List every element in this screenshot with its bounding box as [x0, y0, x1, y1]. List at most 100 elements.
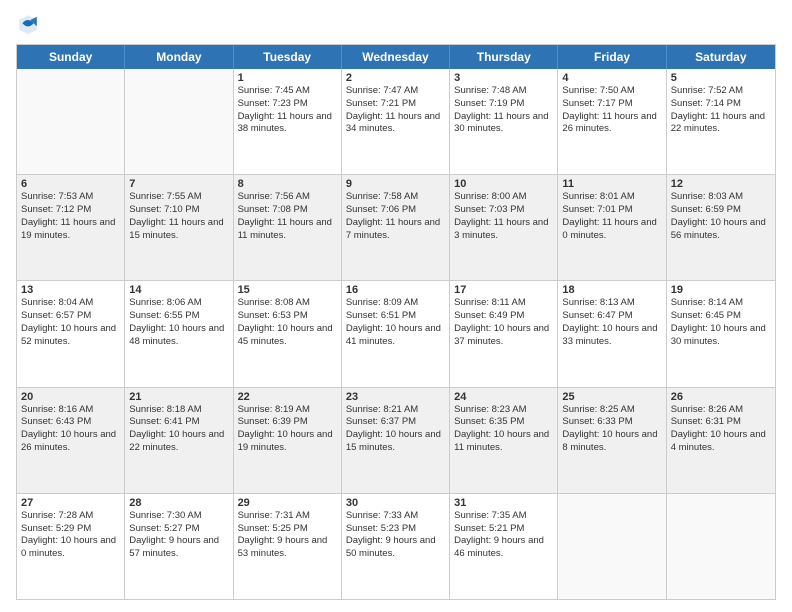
day-number: 14	[129, 284, 228, 296]
daylight-text: Daylight: 9 hours and 46 minutes.	[454, 535, 553, 561]
sunrise-text: Sunrise: 7:33 AM	[346, 510, 445, 523]
daylight-text: Daylight: 11 hours and 22 minutes.	[671, 111, 771, 137]
day-cell-30: 30Sunrise: 7:33 AMSunset: 5:23 PMDayligh…	[342, 494, 450, 599]
logo	[16, 12, 44, 36]
sunrise-text: Sunrise: 7:35 AM	[454, 510, 553, 523]
daylight-text: Daylight: 10 hours and 48 minutes.	[129, 323, 228, 349]
day-header-friday: Friday	[558, 45, 666, 69]
day-number: 10	[454, 178, 553, 190]
sunrise-text: Sunrise: 7:31 AM	[238, 510, 337, 523]
day-cell-4: 4Sunrise: 7:50 AMSunset: 7:17 PMDaylight…	[558, 69, 666, 174]
day-header-wednesday: Wednesday	[342, 45, 450, 69]
sunrise-text: Sunrise: 8:21 AM	[346, 404, 445, 417]
sunset-text: Sunset: 7:14 PM	[671, 98, 771, 111]
day-cell-23: 23Sunrise: 8:21 AMSunset: 6:37 PMDayligh…	[342, 388, 450, 493]
sunset-text: Sunset: 7:21 PM	[346, 98, 445, 111]
sunrise-text: Sunrise: 8:13 AM	[562, 297, 661, 310]
sunset-text: Sunset: 7:12 PM	[21, 204, 120, 217]
sunset-text: Sunset: 5:21 PM	[454, 523, 553, 536]
day-cell-19: 19Sunrise: 8:14 AMSunset: 6:45 PMDayligh…	[667, 281, 775, 386]
empty-cell	[558, 494, 666, 599]
day-number: 2	[346, 72, 445, 84]
day-number: 7	[129, 178, 228, 190]
calendar-body: 1Sunrise: 7:45 AMSunset: 7:23 PMDaylight…	[17, 69, 775, 599]
daylight-text: Daylight: 11 hours and 38 minutes.	[238, 111, 337, 137]
day-number: 5	[671, 72, 771, 84]
day-cell-12: 12Sunrise: 8:03 AMSunset: 6:59 PMDayligh…	[667, 175, 775, 280]
daylight-text: Daylight: 9 hours and 53 minutes.	[238, 535, 337, 561]
sunset-text: Sunset: 6:51 PM	[346, 310, 445, 323]
day-number: 13	[21, 284, 120, 296]
sunrise-text: Sunrise: 8:26 AM	[671, 404, 771, 417]
sunset-text: Sunset: 6:57 PM	[21, 310, 120, 323]
sunrise-text: Sunrise: 7:47 AM	[346, 85, 445, 98]
day-number: 12	[671, 178, 771, 190]
sunset-text: Sunset: 5:25 PM	[238, 523, 337, 536]
sunset-text: Sunset: 7:08 PM	[238, 204, 337, 217]
day-cell-11: 11Sunrise: 8:01 AMSunset: 7:01 PMDayligh…	[558, 175, 666, 280]
sunset-text: Sunset: 6:37 PM	[346, 416, 445, 429]
daylight-text: Daylight: 11 hours and 26 minutes.	[562, 111, 661, 137]
day-cell-20: 20Sunrise: 8:16 AMSunset: 6:43 PMDayligh…	[17, 388, 125, 493]
day-cell-1: 1Sunrise: 7:45 AMSunset: 7:23 PMDaylight…	[234, 69, 342, 174]
sunset-text: Sunset: 6:33 PM	[562, 416, 661, 429]
day-cell-6: 6Sunrise: 7:53 AMSunset: 7:12 PMDaylight…	[17, 175, 125, 280]
header	[16, 12, 776, 36]
day-number: 18	[562, 284, 661, 296]
sunrise-text: Sunrise: 8:11 AM	[454, 297, 553, 310]
daylight-text: Daylight: 10 hours and 19 minutes.	[238, 429, 337, 455]
calendar: SundayMondayTuesdayWednesdayThursdayFrid…	[16, 44, 776, 600]
day-cell-13: 13Sunrise: 8:04 AMSunset: 6:57 PMDayligh…	[17, 281, 125, 386]
daylight-text: Daylight: 10 hours and 26 minutes.	[21, 429, 120, 455]
sunset-text: Sunset: 7:17 PM	[562, 98, 661, 111]
sunrise-text: Sunrise: 8:09 AM	[346, 297, 445, 310]
sunset-text: Sunset: 6:35 PM	[454, 416, 553, 429]
sunset-text: Sunset: 5:27 PM	[129, 523, 228, 536]
sunset-text: Sunset: 6:55 PM	[129, 310, 228, 323]
day-cell-27: 27Sunrise: 7:28 AMSunset: 5:29 PMDayligh…	[17, 494, 125, 599]
sunrise-text: Sunrise: 7:53 AM	[21, 191, 120, 204]
sunrise-text: Sunrise: 7:52 AM	[671, 85, 771, 98]
sunset-text: Sunset: 5:29 PM	[21, 523, 120, 536]
sunrise-text: Sunrise: 7:55 AM	[129, 191, 228, 204]
sunset-text: Sunset: 6:41 PM	[129, 416, 228, 429]
day-cell-2: 2Sunrise: 7:47 AMSunset: 7:21 PMDaylight…	[342, 69, 450, 174]
day-number: 31	[454, 497, 553, 509]
day-cell-18: 18Sunrise: 8:13 AMSunset: 6:47 PMDayligh…	[558, 281, 666, 386]
sunset-text: Sunset: 6:45 PM	[671, 310, 771, 323]
daylight-text: Daylight: 11 hours and 7 minutes.	[346, 217, 445, 243]
sunset-text: Sunset: 6:47 PM	[562, 310, 661, 323]
day-number: 22	[238, 391, 337, 403]
calendar-row-1: 6Sunrise: 7:53 AMSunset: 7:12 PMDaylight…	[17, 174, 775, 280]
sunset-text: Sunset: 6:53 PM	[238, 310, 337, 323]
sunrise-text: Sunrise: 8:00 AM	[454, 191, 553, 204]
sunrise-text: Sunrise: 7:56 AM	[238, 191, 337, 204]
sunrise-text: Sunrise: 8:14 AM	[671, 297, 771, 310]
daylight-text: Daylight: 10 hours and 45 minutes.	[238, 323, 337, 349]
day-cell-9: 9Sunrise: 7:58 AMSunset: 7:06 PMDaylight…	[342, 175, 450, 280]
day-cell-31: 31Sunrise: 7:35 AMSunset: 5:21 PMDayligh…	[450, 494, 558, 599]
day-header-monday: Monday	[125, 45, 233, 69]
daylight-text: Daylight: 10 hours and 4 minutes.	[671, 429, 771, 455]
sunset-text: Sunset: 7:19 PM	[454, 98, 553, 111]
logo-icon	[16, 12, 40, 36]
sunset-text: Sunset: 6:59 PM	[671, 204, 771, 217]
daylight-text: Daylight: 11 hours and 11 minutes.	[238, 217, 337, 243]
day-cell-7: 7Sunrise: 7:55 AMSunset: 7:10 PMDaylight…	[125, 175, 233, 280]
daylight-text: Daylight: 10 hours and 15 minutes.	[346, 429, 445, 455]
sunset-text: Sunset: 6:31 PM	[671, 416, 771, 429]
daylight-text: Daylight: 10 hours and 41 minutes.	[346, 323, 445, 349]
day-number: 27	[21, 497, 120, 509]
day-cell-21: 21Sunrise: 8:18 AMSunset: 6:41 PMDayligh…	[125, 388, 233, 493]
sunrise-text: Sunrise: 8:16 AM	[21, 404, 120, 417]
empty-cell	[125, 69, 233, 174]
sunset-text: Sunset: 7:23 PM	[238, 98, 337, 111]
day-number: 19	[671, 284, 771, 296]
sunrise-text: Sunrise: 8:03 AM	[671, 191, 771, 204]
day-number: 4	[562, 72, 661, 84]
day-cell-14: 14Sunrise: 8:06 AMSunset: 6:55 PMDayligh…	[125, 281, 233, 386]
sunrise-text: Sunrise: 7:30 AM	[129, 510, 228, 523]
sunset-text: Sunset: 6:39 PM	[238, 416, 337, 429]
sunrise-text: Sunrise: 8:06 AM	[129, 297, 228, 310]
day-cell-24: 24Sunrise: 8:23 AMSunset: 6:35 PMDayligh…	[450, 388, 558, 493]
